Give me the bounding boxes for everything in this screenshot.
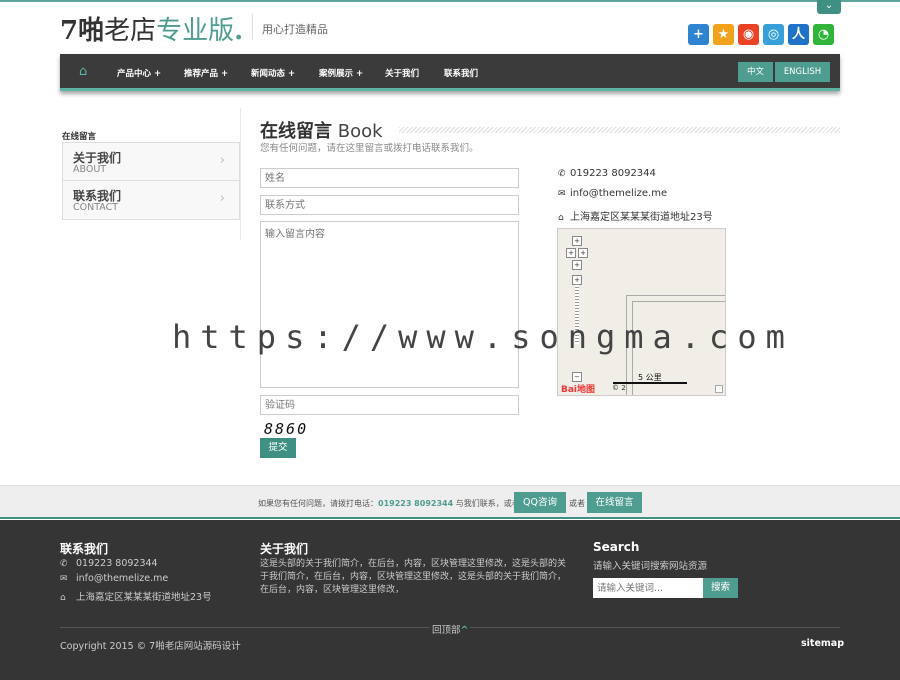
message-textarea[interactable] <box>260 221 519 388</box>
cta-bar: 如果您有任何问题，请拨打电话：019223 8092344 与我们联系，或者 Q… <box>0 485 900 519</box>
cta-or-text: 或者 <box>569 499 585 508</box>
qzone-icon[interactable]: ★ <box>713 24 734 45</box>
addthis-icon[interactable]: + <box>688 24 709 45</box>
captcha-image[interactable]: 8860 <box>264 420 308 438</box>
pan-right-icon[interactable]: + <box>578 248 588 258</box>
nav-item-about[interactable]: 关于我们 <box>385 67 419 79</box>
phone-icon: ✆ <box>558 169 566 179</box>
site-logo[interactable]: 7啪老店专业版. <box>60 10 243 47</box>
weibo-icon[interactable]: ◉ <box>738 24 759 45</box>
main-navbar: ⌂ 产品中心 + 推荐产品 + 新闻动态 + 案例展示 + 关于我们 联系我们 … <box>60 54 840 91</box>
baidu-map-logo[interactable]: Bai地图 <box>561 382 595 395</box>
sidebar-menu: 关于我们 ABOUT › 联系我们 CONTACT › <box>62 142 240 220</box>
logo-divider <box>252 14 253 40</box>
header-toggle-button[interactable]: ⌄ <box>817 0 841 14</box>
chevron-right-icon: › <box>219 191 225 206</box>
back-to-top-link[interactable]: 回顶部^ <box>432 622 468 636</box>
site-tagline: 用心打造精品 <box>262 23 328 36</box>
footer-copyright: Copyright 2015 © 7啪老店网站源码设计 <box>60 641 241 652</box>
submit-button[interactable]: 提交 <box>260 438 296 458</box>
search-button[interactable]: 搜索 <box>703 578 738 598</box>
pan-up-icon[interactable]: + <box>572 236 582 246</box>
chevron-up-icon: ^ <box>460 625 469 636</box>
lang-cn-button[interactable]: 中文 <box>738 62 773 82</box>
qq-consult-button[interactable]: QQ咨询 <box>514 492 566 513</box>
wechat-icon[interactable]: ◔ <box>813 24 834 45</box>
footer-divider <box>60 627 430 628</box>
pan-down-icon[interactable]: + <box>572 260 582 270</box>
envelope-icon: ✉ <box>558 189 566 199</box>
search-input[interactable] <box>593 578 703 598</box>
nav-item-news[interactable]: 新闻动态 + <box>251 67 295 79</box>
contact-email: ✉ info@themelize.me <box>558 188 668 199</box>
sidebar-title: 在线留言 <box>62 132 97 142</box>
tencent-weibo-icon[interactable]: ◎ <box>763 24 784 45</box>
watermark: https://www.songma.com <box>172 318 794 356</box>
envelope-icon: ✉ <box>60 574 68 584</box>
zoom-out-icon[interactable]: − <box>572 372 582 382</box>
home-icon: ⌂ <box>60 593 66 603</box>
map-resize-icon[interactable] <box>715 385 723 393</box>
nav-item-recommended[interactable]: 推荐产品 + <box>184 67 228 79</box>
home-icon[interactable]: ⌂ <box>79 65 92 78</box>
footer: 联系我们 ✆ 019223 8092344 ✉ info@themelize.me … <box>0 520 900 680</box>
footer-address: ⌂ 上海嘉定区某某某街道地址23号 <box>60 592 212 603</box>
home-icon: ⌂ <box>558 213 564 223</box>
nav-item-contact[interactable]: 联系我们 <box>444 67 478 79</box>
footer-contact-title: 联系我们 <box>60 542 109 556</box>
renren-icon[interactable]: 人 <box>788 24 809 45</box>
footer-search-desc: 请输入关键词搜索网站资源 <box>593 561 708 572</box>
sidebar-item-about[interactable]: 关于我们 ABOUT › <box>63 143 239 181</box>
footer-divider <box>470 627 840 628</box>
cta-message-button[interactable]: 在线留言 <box>587 492 642 513</box>
footer-about-text: 这是头部的关于我们简介，在后台，内容，区块管理这里修改，这是头部的关于我们简介，… <box>260 559 567 595</box>
sidebar-divider <box>240 108 241 240</box>
title-stripe <box>399 127 840 133</box>
contact-phone: ✆ 019223 8092344 <box>558 168 656 179</box>
page-subtitle: 您有任何问题，请在这里留言或拨打电话联系我们。 <box>260 143 479 154</box>
sidebar-item-contact[interactable]: 联系我们 CONTACT › <box>63 181 239 219</box>
chevron-right-icon: › <box>219 153 225 168</box>
footer-search-title: Search <box>593 540 640 554</box>
nav-item-products[interactable]: 产品中心 + <box>117 67 161 79</box>
name-field[interactable] <box>260 168 519 188</box>
nav-item-cases[interactable]: 案例展示 + <box>319 67 363 79</box>
sitemap-link[interactable]: sitemap <box>801 638 844 649</box>
chevron-down-icon: ⌄ <box>824 0 834 11</box>
captcha-field[interactable] <box>260 395 519 415</box>
footer-about-title: 关于我们 <box>260 542 309 556</box>
share-toolbar: + ★ ◉ ◎ 人 ◔ <box>688 24 834 45</box>
footer-phone: ✆ 019223 8092344 <box>60 558 158 569</box>
footer-email: ✉ info@themelize.me <box>60 573 169 584</box>
map-copyright: © 2 <box>612 384 626 392</box>
top-accent-line <box>0 0 900 2</box>
baidu-map[interactable]: + + + + + − 5 公里 Bai地图 © 2 <box>557 228 726 396</box>
lang-en-button[interactable]: ENGLISH <box>775 62 830 82</box>
contact-address: ⌂ 上海嘉定区某某某街道地址23号 <box>558 212 713 223</box>
phone-icon: ✆ <box>60 559 68 569</box>
contact-field[interactable] <box>260 195 519 215</box>
pan-left-icon[interactable]: + <box>566 248 576 258</box>
cta-text: 如果您有任何问题，请拨打电话：019223 8092344 与我们联系，或者 <box>258 499 520 508</box>
